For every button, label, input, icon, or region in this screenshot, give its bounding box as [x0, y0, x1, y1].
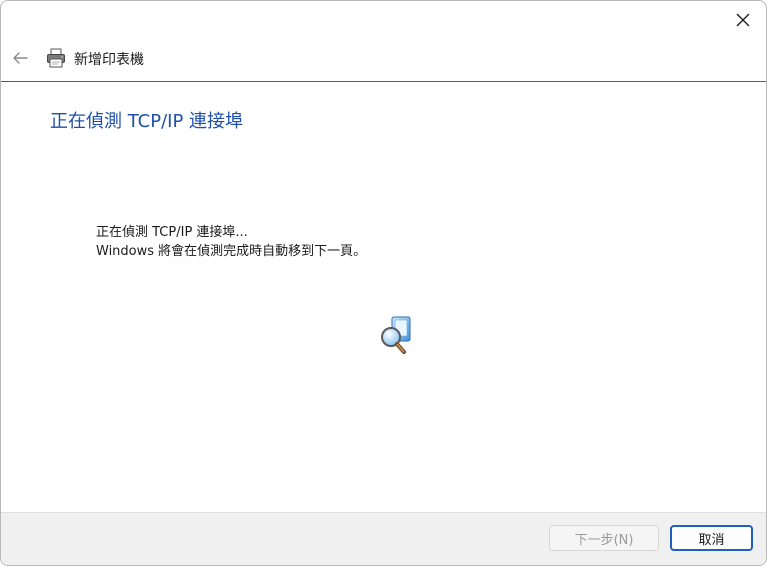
close-icon [736, 13, 750, 27]
close-button[interactable] [720, 1, 766, 39]
page-heading: 正在偵測 TCP/IP 連接埠 [50, 111, 244, 132]
status-line-2: Windows 將會在偵測完成時自動移到下一頁。 [96, 244, 367, 259]
dialog-footer: 下一步(N) 取消 [1, 512, 766, 565]
cancel-button[interactable]: 取消 [670, 525, 753, 551]
status-line-1: 正在偵測 TCP/IP 連接埠... [96, 225, 248, 240]
back-arrow-icon [13, 52, 28, 64]
next-button[interactable]: 下一步(N) [549, 525, 659, 551]
search-magnifier-icon [381, 316, 411, 354]
add-printer-dialog: 新增印表機 正在偵測 TCP/IP 連接埠 正在偵測 TCP/IP 連接埠...… [0, 0, 767, 566]
header-divider [1, 81, 766, 82]
navigation-bar: 新增印表機 [1, 43, 766, 73]
printer-icon [47, 48, 65, 68]
status-message: 正在偵測 TCP/IP 連接埠... Windows 將會在偵測完成時自動移到下… [96, 223, 366, 261]
window-title: 新增印表機 [74, 52, 144, 68]
back-button[interactable] [7, 45, 33, 71]
